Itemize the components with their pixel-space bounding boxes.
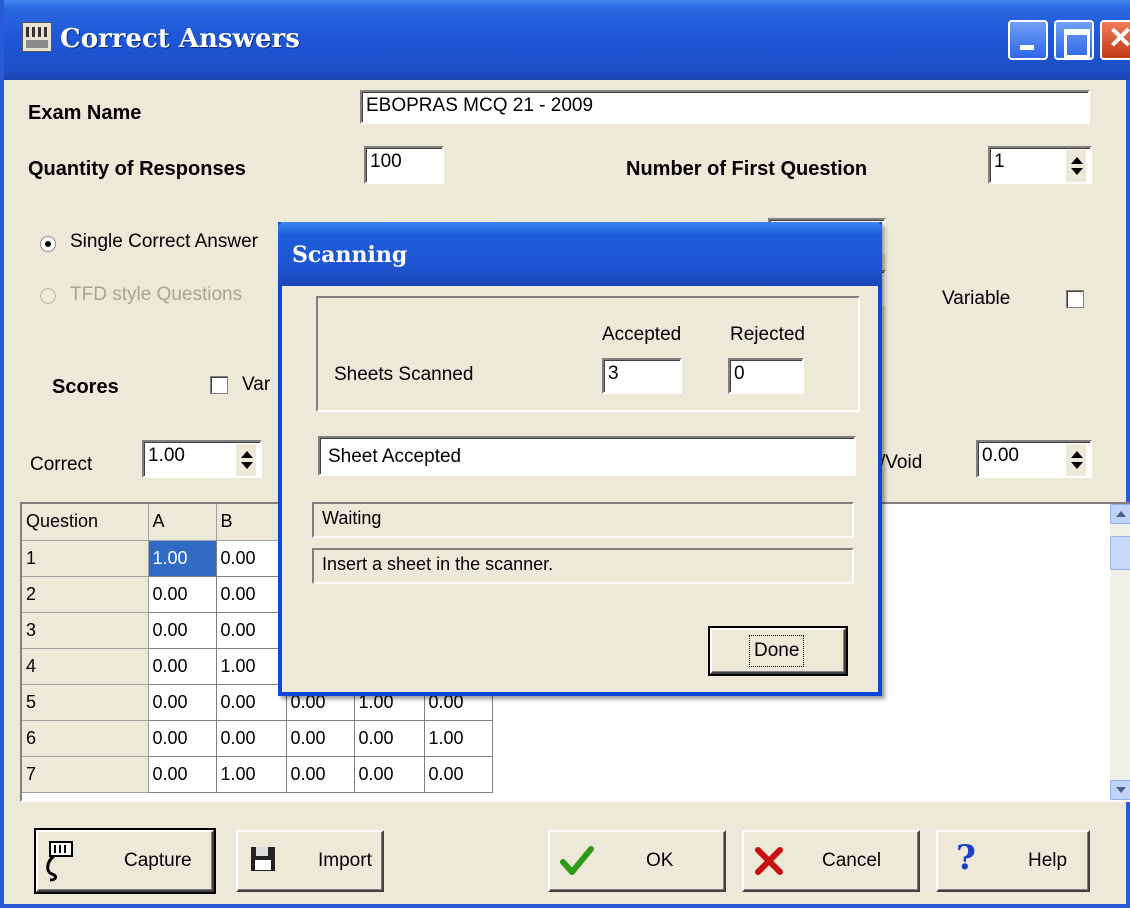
grid-column-header[interactable]: Question — [22, 504, 149, 541]
accepted-count: 3 — [602, 358, 682, 394]
single-answer-radio[interactable] — [40, 236, 56, 252]
score-cell[interactable]: 0.00 — [286, 720, 355, 757]
cancel-label: Cancel — [822, 850, 882, 871]
ok-button[interactable]: OK — [548, 830, 726, 892]
quantity-label: Quantity of Responses — [28, 158, 246, 180]
question-number: 6 — [22, 720, 149, 757]
score-cell[interactable]: 0.00 — [148, 756, 217, 793]
quantity-input[interactable]: 100 — [364, 146, 444, 184]
done-button[interactable]: Done — [708, 626, 848, 676]
void-label: /Void — [880, 452, 923, 473]
question-number: 7 — [22, 756, 149, 793]
score-cell[interactable]: 0.00 — [148, 648, 217, 685]
close-button[interactable]: ✕ — [1100, 20, 1130, 60]
single-answer-label: Single Correct Answer — [70, 231, 258, 252]
score-cell[interactable]: 0.00 — [424, 756, 493, 793]
correct-score-spinner[interactable] — [236, 444, 256, 476]
scanner-icon — [44, 840, 80, 891]
question-number: 2 — [22, 576, 149, 613]
question-number: 5 — [22, 684, 149, 721]
first-question-spinner[interactable] — [1066, 150, 1086, 182]
table-row: 6 0.00 0.00 0.00 0.00 1.00 — [22, 720, 493, 757]
close-icon: ✕ — [1108, 22, 1130, 55]
score-cell[interactable]: 0.00 — [148, 576, 217, 613]
scroll-thumb[interactable] — [1110, 536, 1130, 570]
question-number: 1 — [22, 540, 149, 577]
exam-name-input[interactable]: EBOPRAS MCQ 21 - 2009 — [360, 90, 1090, 124]
variable-checkbox[interactable] — [1066, 290, 1084, 308]
help-question-icon: ? — [956, 838, 976, 878]
import-button[interactable]: Import — [236, 830, 384, 892]
maximize-button[interactable] — [1054, 20, 1094, 60]
exam-name-label: Exam Name — [28, 102, 142, 124]
scores-variable-checkbox[interactable] — [210, 376, 228, 394]
score-cell[interactable]: 0.00 — [354, 720, 425, 757]
app-icon — [22, 22, 52, 52]
void-score-spinner[interactable] — [1066, 444, 1086, 476]
tfd-radio[interactable] — [40, 288, 56, 304]
help-button[interactable]: ? Help — [936, 830, 1090, 892]
accepted-label: Accepted — [602, 324, 682, 345]
scan-result-text: Sheet Accepted — [318, 436, 856, 476]
floppy-disk-icon — [250, 842, 276, 881]
ok-label: OK — [646, 850, 674, 871]
grid-column-header[interactable]: A — [148, 504, 217, 541]
scan-status-text: Waiting — [312, 502, 854, 538]
cancel-button[interactable]: Cancel — [742, 830, 920, 892]
score-cell[interactable]: 0.00 — [148, 720, 217, 757]
table-row: 7 0.00 1.00 0.00 0.00 0.00 — [22, 756, 493, 793]
sheets-scanned-panel: Accepted Rejected Sheets Scanned 3 0 — [316, 296, 860, 412]
first-question-label: Number of First Question — [626, 158, 868, 180]
rejected-count: 0 — [728, 358, 804, 394]
dialog-title[interactable]: Scanning — [278, 222, 882, 286]
scroll-down-icon[interactable] — [1110, 780, 1130, 800]
rejected-label: Rejected — [730, 324, 805, 345]
window-title: Correct Answers — [60, 24, 300, 54]
scanning-dialog: Scanning Accepted Rejected Sheets Scanne… — [278, 222, 882, 696]
score-cell[interactable]: 0.00 — [216, 576, 287, 613]
capture-label: Capture — [124, 850, 192, 871]
score-cell[interactable]: 0.00 — [216, 540, 287, 577]
grid-vertical-scrollbar[interactable] — [1110, 504, 1130, 800]
score-cell[interactable]: 1.00 — [216, 648, 287, 685]
score-cell[interactable]: 0.00 — [354, 756, 425, 793]
question-number: 4 — [22, 648, 149, 685]
capture-button[interactable]: Capture — [34, 828, 216, 894]
score-cell[interactable]: 1.00 — [216, 756, 287, 793]
minimize-button[interactable] — [1008, 20, 1048, 60]
done-label: Done — [748, 635, 805, 667]
correct-label: Correct — [30, 454, 93, 475]
help-label: Help — [1028, 850, 1068, 871]
tfd-label: TFD style Questions — [70, 284, 243, 305]
scan-message-text: Insert a sheet in the scanner. — [312, 548, 854, 584]
score-cell[interactable]: 0.00 — [216, 684, 287, 721]
scroll-up-icon[interactable] — [1110, 504, 1130, 524]
score-cell[interactable]: 0.00 — [148, 684, 217, 721]
correct-answers-window: Correct Answers ✕ Exam Name EBOPRAS MCQ … — [0, 0, 1130, 908]
sheets-scanned-label: Sheets Scanned — [334, 364, 474, 385]
variable-label: Variable — [942, 288, 1011, 309]
score-cell[interactable]: 1.00 — [148, 540, 217, 577]
scores-variable-label: Var — [242, 374, 271, 395]
window-titlebar[interactable]: Correct Answers ✕ — [4, 0, 1130, 80]
checkmark-icon — [560, 844, 594, 887]
score-cell[interactable]: 0.00 — [216, 720, 287, 757]
cancel-x-icon — [754, 846, 784, 885]
question-number: 3 — [22, 612, 149, 649]
import-label: Import — [318, 850, 372, 871]
score-cell[interactable]: 0.00 — [286, 756, 355, 793]
grid-column-header[interactable]: B — [216, 504, 287, 541]
score-cell[interactable]: 1.00 — [424, 720, 493, 757]
scores-label: Scores — [52, 376, 119, 398]
score-cell[interactable]: 0.00 — [216, 612, 287, 649]
score-cell[interactable]: 0.00 — [148, 612, 217, 649]
